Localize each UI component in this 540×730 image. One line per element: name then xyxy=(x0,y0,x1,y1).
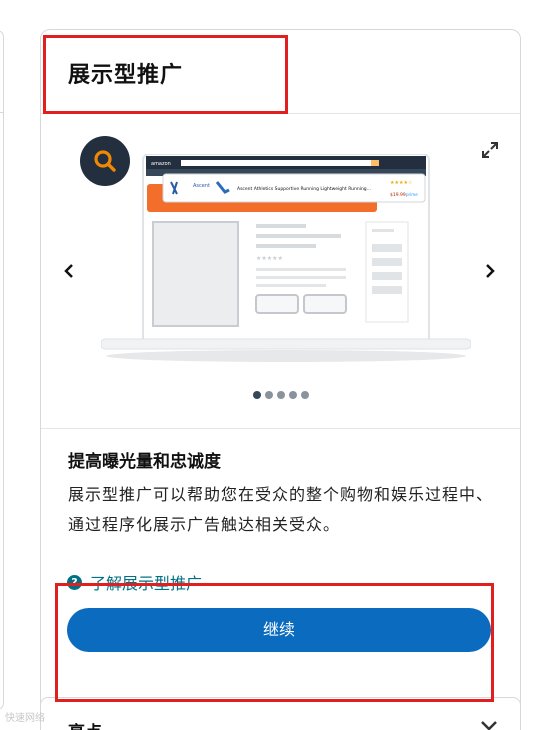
mock-brand: Ascent xyxy=(193,183,210,189)
mock-amazon-logo: amazon xyxy=(151,161,171,167)
carousel-dot[interactable] xyxy=(289,391,297,399)
carousel-dot[interactable] xyxy=(265,391,273,399)
mock-prime-badge: prime xyxy=(406,192,418,197)
mock-product-text: Ascent Athletics Supportive Running Ligh… xyxy=(237,186,371,192)
chevron-down-icon xyxy=(481,721,497,730)
previous-card-edge xyxy=(0,30,4,710)
annotation-highlight-actions xyxy=(55,583,494,702)
highlights-card-title: 亮点 xyxy=(68,718,102,730)
svg-text:★★★★★: ★★★★★ xyxy=(256,255,283,262)
image-carousel: amazon Ascent Ascent Athletics Supportiv… xyxy=(41,114,520,429)
svg-text:★★★★☆: ★★★★☆ xyxy=(390,180,413,186)
benefit-title: 提高曝光量和忠诚度 xyxy=(68,452,221,472)
expand-icon[interactable] xyxy=(480,140,500,160)
benefit-description: 展示型推广可以帮助您在受众的整个购物和娱乐过程中、通过程序化展示广告触达相关受众… xyxy=(68,485,494,534)
previous-card-divider xyxy=(0,112,4,113)
carousel-dot[interactable] xyxy=(253,391,261,399)
carousel-dot[interactable] xyxy=(301,391,309,399)
carousel-dot[interactable] xyxy=(277,391,285,399)
watermark: 快速网络 xyxy=(5,713,45,724)
carousel-pagination xyxy=(253,391,309,399)
annotation-highlight-title xyxy=(43,35,288,114)
laptop-illustration: amazon Ascent Ascent Athletics Supportiv… xyxy=(101,154,471,362)
carousel-next-button[interactable] xyxy=(482,259,498,283)
mock-price: $19.99 xyxy=(390,192,406,198)
carousel-prev-button[interactable] xyxy=(61,259,77,283)
card-body: 提高曝光量和忠诚度 展示型推广可以帮助您在受众的整个购物和娱乐过程中、通过程序化… xyxy=(41,429,520,540)
